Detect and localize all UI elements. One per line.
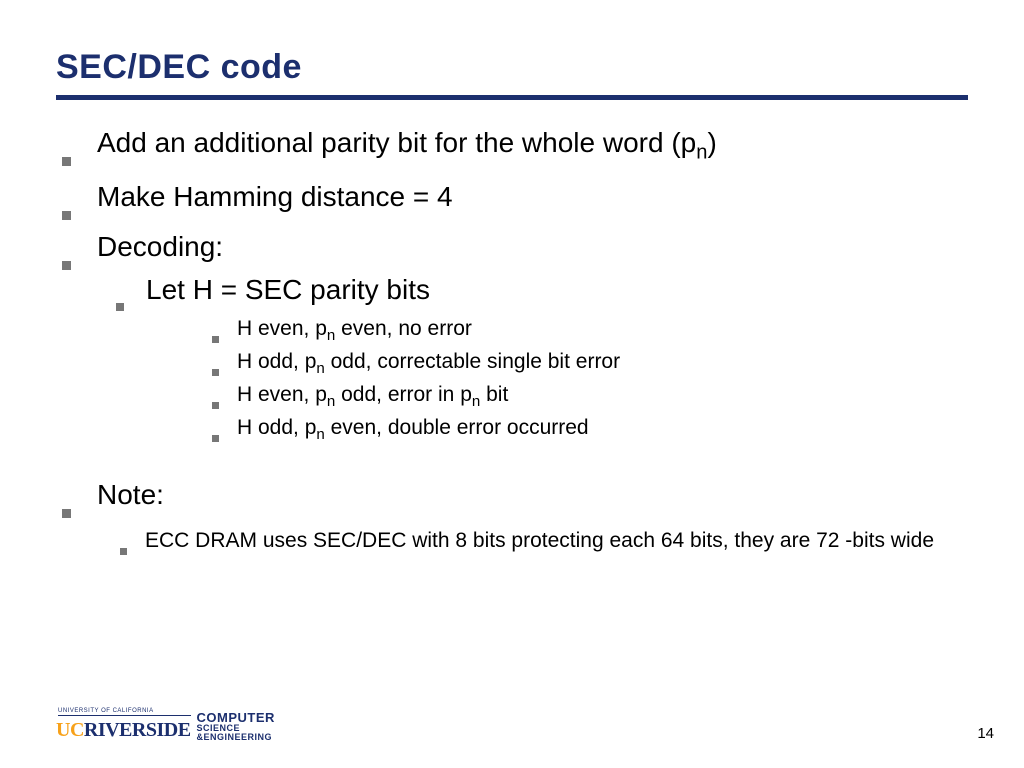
page-number: 14 xyxy=(977,725,994,742)
slide-title: SEC/DEC code xyxy=(56,48,968,87)
square-bullet-icon xyxy=(116,303,124,311)
square-bullet-icon xyxy=(212,369,219,376)
case-4: H odd, pn even, double error occurred xyxy=(212,413,968,446)
logo-block: UNIVERSITY OF CALIFORNIA UCRIVERSIDE COM… xyxy=(56,708,275,742)
bullet-3a: Let H = SEC parity bits xyxy=(116,274,968,306)
note-item: ECC DRAM uses SEC/DEC with 8 bits protec… xyxy=(120,526,968,556)
bullet-1: Add an additional parity bit for the who… xyxy=(62,122,968,168)
square-bullet-icon xyxy=(62,261,71,270)
case-2: H odd, pn odd, correctable single bit er… xyxy=(212,347,968,380)
case-2-text: H odd, pn odd, correctable single bit er… xyxy=(237,347,620,380)
bullet-3-text: Decoding: xyxy=(97,226,223,268)
logo-riverside: RIVERSIDE xyxy=(84,719,191,741)
footer: UNIVERSITY OF CALIFORNIA UCRIVERSIDE COM… xyxy=(56,708,994,742)
case-3-text: H even, pn odd, error in pn bit xyxy=(237,380,508,413)
square-bullet-icon xyxy=(62,509,71,518)
bullet-note-label: Note: xyxy=(97,474,164,516)
case-4-text: H odd, pn even, double error occurred xyxy=(237,413,589,446)
square-bullet-icon xyxy=(212,402,219,409)
bullet-list: Add an additional parity bit for the who… xyxy=(56,122,968,557)
square-bullet-icon xyxy=(62,157,71,166)
square-bullet-icon xyxy=(212,435,219,442)
case-1-text: H even, pn even, no error xyxy=(237,314,472,347)
square-bullet-icon xyxy=(212,336,219,343)
department-label: COMPUTER SCIENCE &ENGINEERING xyxy=(197,711,275,742)
slide: SEC/DEC code Add an additional parity bi… xyxy=(0,0,1024,768)
bullet-2: Make Hamming distance = 4 xyxy=(62,176,968,218)
bullet-note: Note: xyxy=(62,474,968,516)
square-bullet-icon xyxy=(120,548,127,555)
ucr-logo: UNIVERSITY OF CALIFORNIA UCRIVERSIDE xyxy=(56,708,191,742)
bullet-1-text: Add an additional parity bit for the who… xyxy=(97,122,717,168)
case-3: H even, pn odd, error in pn bit xyxy=(212,380,968,413)
note-text: ECC DRAM uses SEC/DEC with 8 bits protec… xyxy=(145,526,934,556)
bullet-3a-text: Let H = SEC parity bits xyxy=(146,274,430,306)
bullet-2-text: Make Hamming distance = 4 xyxy=(97,176,453,218)
university-label: UNIVERSITY OF CALIFORNIA xyxy=(58,708,191,716)
case-1: H even, pn even, no error xyxy=(212,314,968,347)
square-bullet-icon xyxy=(62,211,71,220)
bullet-3: Decoding: xyxy=(62,226,968,268)
logo-uc: UC xyxy=(56,719,84,741)
title-rule xyxy=(56,95,968,100)
